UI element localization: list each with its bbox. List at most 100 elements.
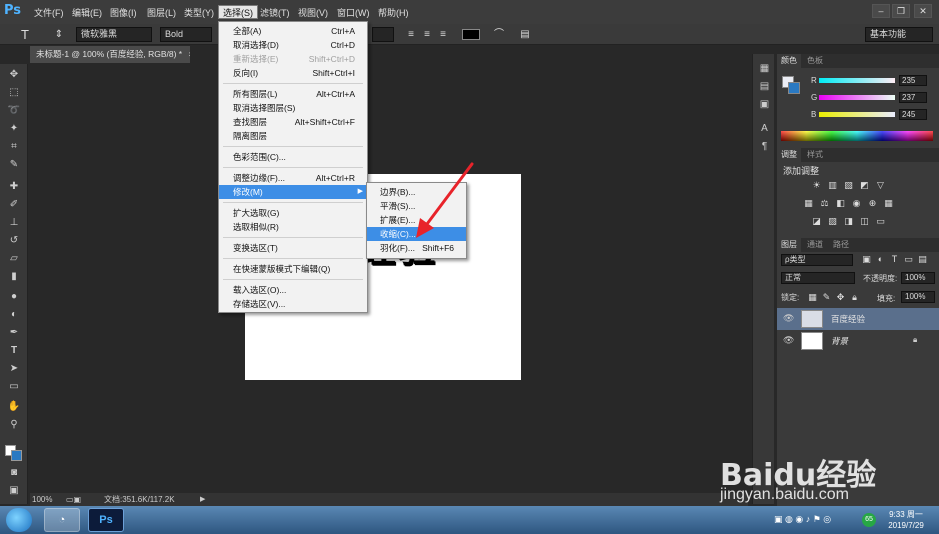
menu-item-refine-edge[interactable]: 调整边缘(F)... Alt+Ctrl+R [219,171,367,185]
eyedropper-tool-icon[interactable]: ✎ [7,158,21,172]
blur-tool-icon[interactable]: ● [7,290,21,304]
submenu-item-feather[interactable]: 羽化(F)... Shift+F6 [367,241,466,255]
menu-item-color-range[interactable]: 色彩范围(C)... [219,150,367,164]
move-tool-icon[interactable]: ✥ [7,68,21,82]
curves-icon[interactable]: ▧ [843,180,854,191]
filter-type-icon[interactable]: T [889,254,900,265]
type-tool-icon[interactable]: T [18,28,32,41]
align-left-icon[interactable]: ≡ [404,28,418,41]
filter-pixel-icon[interactable]: ▣ [861,254,872,265]
layer-row-background[interactable]: 👁︎ 背景 🔒︎ [777,330,939,352]
properties-panel-icon[interactable]: ▤ [758,80,771,93]
workspace-select[interactable]: 基本功能 [865,27,933,42]
menu-item-transform-selection[interactable]: 变换选区(T) [219,241,367,255]
menu-select[interactable]: 选择(S) [218,5,258,19]
history-panel-icon[interactable]: ▦ [758,62,771,75]
menu-item-find-layers[interactable]: 查找图层 Alt+Shift+Ctrl+F [219,115,367,129]
clock[interactable]: 9:33 周一 2019/7/29 [881,509,931,531]
gradient-tool-icon[interactable]: ▮ [7,270,21,284]
black-white-icon[interactable]: ◧ [835,198,846,209]
filter-adjustment-icon[interactable]: ◐ [875,254,886,265]
blend-mode-select[interactable]: 正常 [781,272,855,284]
color-balance-icon[interactable]: ⚖ [819,198,830,209]
lock-position-icon[interactable]: ✥ [835,292,846,303]
menu-item-select-all[interactable]: 全部(A) Ctrl+A [219,24,367,38]
status-preview-icon[interactable]: ▭▣ [66,493,81,506]
warp-text-icon[interactable]: ⌒ [492,28,506,41]
filter-shape-icon[interactable]: ▭ [903,254,914,265]
menu-item-all-layers[interactable]: 所有图层(L) Alt+Ctrl+A [219,87,367,101]
actions-panel-icon[interactable]: ▣ [758,98,771,111]
healing-brush-tool-icon[interactable]: ✚ [7,180,21,194]
pen-tool-icon[interactable]: ✒ [7,326,21,340]
eraser-tool-icon[interactable]: ▱ [7,252,21,266]
brightness-icon[interactable]: ☀ [811,180,822,191]
taskbar-photoshop-icon[interactable]: Ps [88,508,124,532]
clone-stamp-tool-icon[interactable]: ⊥ [7,216,21,230]
tab-adjustments[interactable]: 调整 [777,148,801,162]
menu-item-modify[interactable]: 修改(M) ▶ [219,185,367,199]
layer-filter-select[interactable]: ρ类型 [781,254,853,266]
menu-layer[interactable]: 图层(L) [143,6,180,20]
selective-color-icon[interactable]: ◫ [859,216,870,227]
background-color-swatch[interactable] [11,450,22,461]
tab-channels[interactable]: 通道 [803,238,827,252]
filter-smart-object-icon[interactable]: ▤ [917,254,928,265]
tab-swatches[interactable]: 色板 [803,54,827,68]
document-tab[interactable]: 未标题-1 @ 100% (百度经验, RGB/8) * × [30,46,190,63]
shape-tool-icon[interactable]: ▭ [7,380,21,394]
menu-item-save-selection[interactable]: 存储选区(V)... [219,297,367,311]
hue-saturation-icon[interactable]: ▦ [803,198,814,209]
exposure-icon[interactable]: ◩ [859,180,870,191]
visibility-eye-icon[interactable]: 👁︎ [783,313,794,324]
menu-item-deselect[interactable]: 取消选择(D) Ctrl+D [219,38,367,52]
menu-image[interactable]: 图像(I) [106,6,141,20]
start-button[interactable] [6,508,32,532]
channel-r-value[interactable]: 235 [899,75,927,86]
menu-item-load-selection[interactable]: 载入选区(O)... [219,283,367,297]
menu-item-inverse[interactable]: 反向(I) Shift+Ctrl+I [219,66,367,80]
align-right-icon[interactable]: ≡ [436,28,450,41]
photo-filter-icon[interactable]: ◉ [851,198,862,209]
character-panel-icon[interactable]: A [758,122,771,135]
menu-view[interactable]: 视图(V) [294,6,332,20]
tab-layers[interactable]: 图层 [777,238,801,252]
paragraph-panel-icon[interactable]: ¶ [758,140,771,153]
screen-mode-icon[interactable]: ▣ [7,484,21,498]
fill-input[interactable]: 100% [901,291,935,303]
menu-item-quick-mask[interactable]: 在快速蒙版模式下编辑(Q) [219,262,367,276]
type-tool-icon[interactable]: T [7,344,21,358]
lock-all-icon[interactable]: 🔒︎ [849,292,860,303]
font-style-select[interactable]: Bold [160,27,212,42]
menu-filter[interactable]: 滤镜(T) [256,6,294,20]
quick-mask-icon[interactable]: ◙ [7,466,21,480]
zoom-level[interactable]: 100% [32,493,52,506]
menu-window[interactable]: 窗口(W) [333,6,374,20]
lock-transparent-icon[interactable]: ▦ [807,292,818,303]
menu-edit[interactable]: 编辑(E) [68,6,106,20]
visibility-eye-icon[interactable]: 👁︎ [783,335,794,346]
status-menu-arrow-icon[interactable]: ▶ [200,493,205,506]
color-lookup-icon[interactable]: ▦ [883,198,894,209]
channel-g-value[interactable]: 237 [899,92,927,103]
channel-r-slider[interactable] [819,78,895,83]
channel-b-slider[interactable] [819,112,895,117]
lock-image-icon[interactable]: ✎ [821,292,832,303]
path-selection-tool-icon[interactable]: ➤ [7,362,21,376]
marquee-tool-icon[interactable]: ⬚ [7,86,21,100]
restore-icon[interactable]: ❐ [892,4,910,18]
channel-mixer-icon[interactable]: ⊕ [867,198,878,209]
document-tab-close-icon[interactable]: × [188,49,190,59]
zoom-tool-icon[interactable]: ⚲ [7,418,21,432]
menu-item-isolate-layers[interactable]: 隔离图层 [219,129,367,143]
font-family-select[interactable]: 微软雅黑 [76,27,152,42]
history-brush-tool-icon[interactable]: ↺ [7,234,21,248]
magic-wand-tool-icon[interactable]: ✦ [7,122,21,136]
lasso-tool-icon[interactable]: ➰ [7,104,21,118]
antialias-select[interactable] [372,27,394,42]
taskbar-browser-icon[interactable]: ◔ [44,508,80,532]
color-panel-background-swatch[interactable] [788,82,800,94]
tab-color[interactable]: 颜色 [777,54,801,68]
system-tray-icons[interactable]: ▣ ◍ ◉ ♪ ⚑ ◎ [774,514,831,525]
close-icon[interactable]: ✕ [914,4,932,18]
